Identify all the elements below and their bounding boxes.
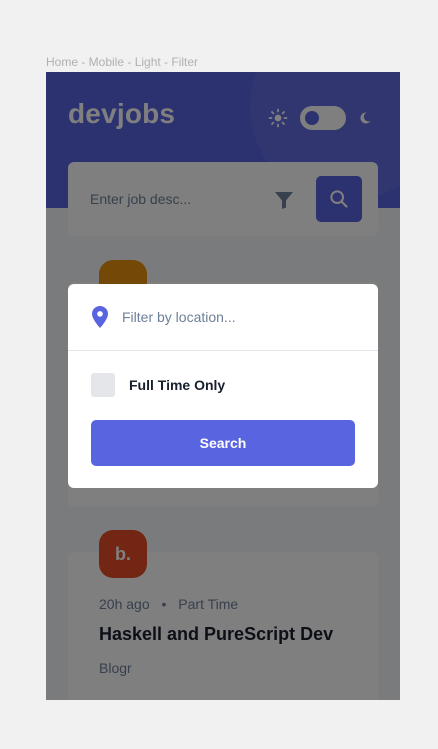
- frame-label: Home - Mobile - Light - Filter: [46, 55, 199, 69]
- full-time-label: Full Time Only: [129, 377, 226, 393]
- full-time-row[interactable]: Full Time Only: [91, 373, 225, 397]
- location-input[interactable]: [122, 305, 352, 329]
- location-pin-icon: [92, 306, 108, 328]
- filter-modal: Full Time Only Search: [68, 284, 378, 488]
- modal-divider: [68, 350, 378, 351]
- full-time-checkbox[interactable]: [91, 373, 115, 397]
- modal-search-button[interactable]: Search: [91, 420, 355, 466]
- location-row: [68, 284, 378, 350]
- mobile-frame: devjobs: [46, 72, 400, 700]
